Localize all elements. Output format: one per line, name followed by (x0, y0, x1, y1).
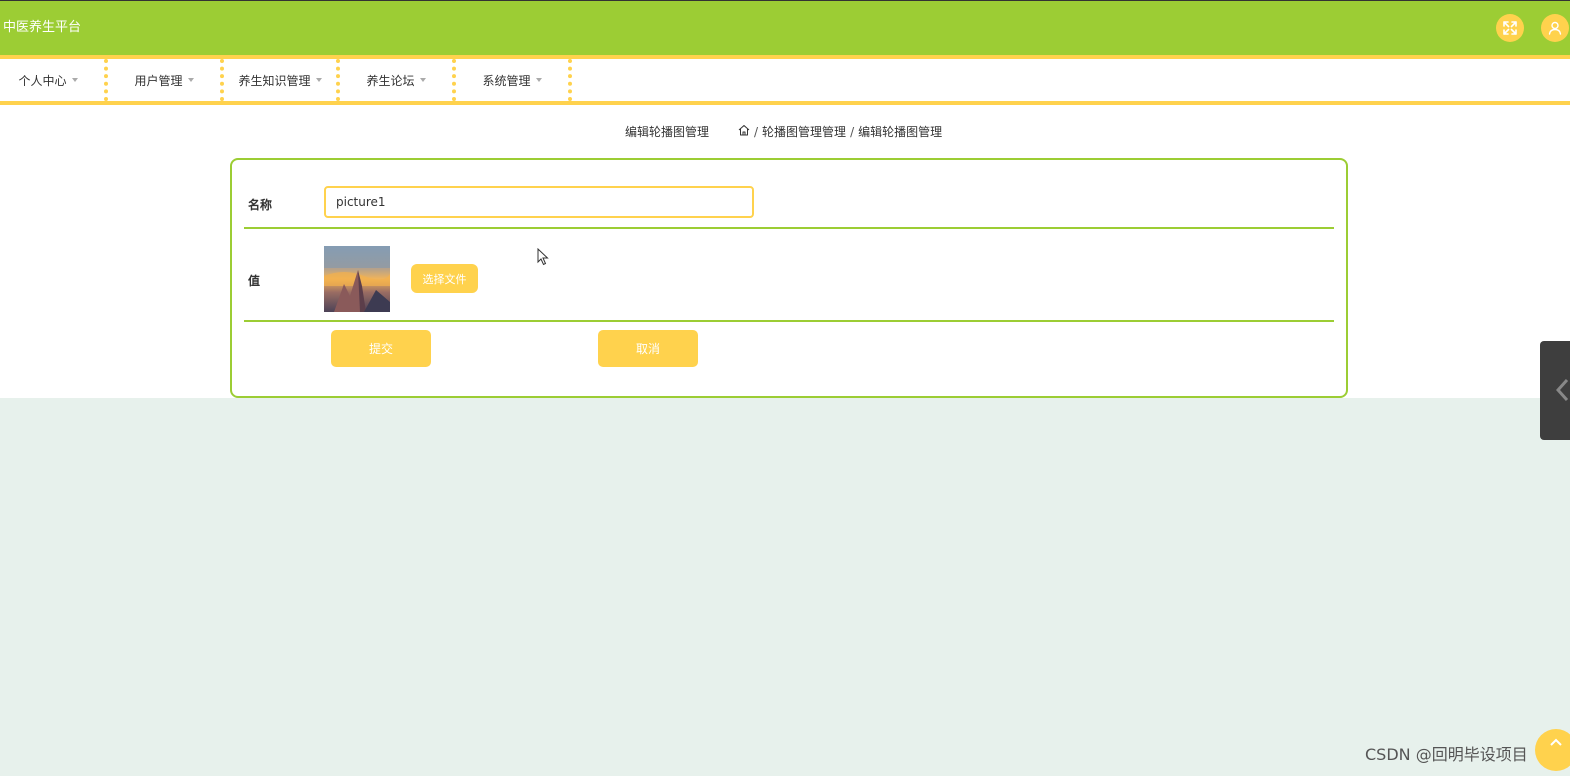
caret-down-icon (419, 78, 426, 82)
caret-down-icon (71, 78, 78, 82)
home-icon[interactable] (738, 124, 750, 140)
choose-file-button[interactable]: 选择文件 (411, 264, 478, 293)
form-divider (244, 320, 1334, 322)
user-icon (1548, 21, 1562, 35)
breadcrumb: / 轮播图管理管理 / 编辑轮播图管理 (738, 124, 942, 140)
image-preview (324, 246, 390, 312)
nav-item-user-management[interactable]: 用户管理 (108, 59, 224, 101)
fullscreen-button[interactable] (1496, 14, 1524, 42)
edit-form: 名称 值 选择文件 提交 取消 (230, 158, 1348, 398)
fullscreen-icon (1503, 21, 1517, 35)
breadcrumb-item-carousel-management[interactable]: 轮播图管理管理 (762, 124, 846, 140)
name-input[interactable] (324, 186, 754, 218)
nav-item-system-management[interactable]: 系统管理 (456, 59, 572, 101)
cancel-button[interactable]: 取消 (598, 330, 698, 367)
user-menu-button[interactable] (1541, 14, 1569, 42)
app-title: 中医养生平台 (3, 20, 82, 35)
mouse-cursor-icon (537, 247, 549, 269)
nav-item-label: 养生论坛 (366, 73, 415, 88)
watermark: CSDN @回明毕设项目 (1365, 745, 1528, 764)
value-label: 值 (248, 274, 261, 288)
nav-item-health-knowledge[interactable]: 养生知识管理 (224, 59, 340, 101)
breadcrumb-item-edit-carousel: 编辑轮播图管理 (858, 125, 943, 139)
back-to-top-icon (1535, 738, 1570, 771)
caret-down-icon (315, 78, 322, 82)
name-label: 名称 (248, 198, 273, 212)
nav-item-label: 系统管理 (482, 73, 531, 88)
top-header: 中医养生平台 (0, 0, 1570, 55)
breadcrumb-separator: / (850, 125, 855, 139)
submit-button[interactable]: 提交 (331, 330, 431, 367)
page-title: 编辑轮播图管理 (625, 125, 710, 139)
nav-item-label: 个人中心 (18, 73, 67, 88)
side-panel-toggle[interactable] (1540, 341, 1570, 440)
nav-item-personal-center[interactable]: 个人中心 (0, 59, 108, 101)
nav-item-health-forum[interactable]: 养生论坛 (340, 59, 456, 101)
main-nav: 个人中心 用户管理 养生知识管理 养生论坛 系统管理 (0, 55, 1570, 105)
nav-item-label: 用户管理 (134, 73, 183, 88)
form-divider (244, 227, 1334, 229)
caret-down-icon (535, 78, 542, 82)
caret-down-icon (187, 78, 194, 82)
back-to-top-button[interactable] (1535, 729, 1570, 771)
nav-item-label: 养生知识管理 (238, 73, 311, 88)
breadcrumb-separator: / (754, 125, 759, 139)
